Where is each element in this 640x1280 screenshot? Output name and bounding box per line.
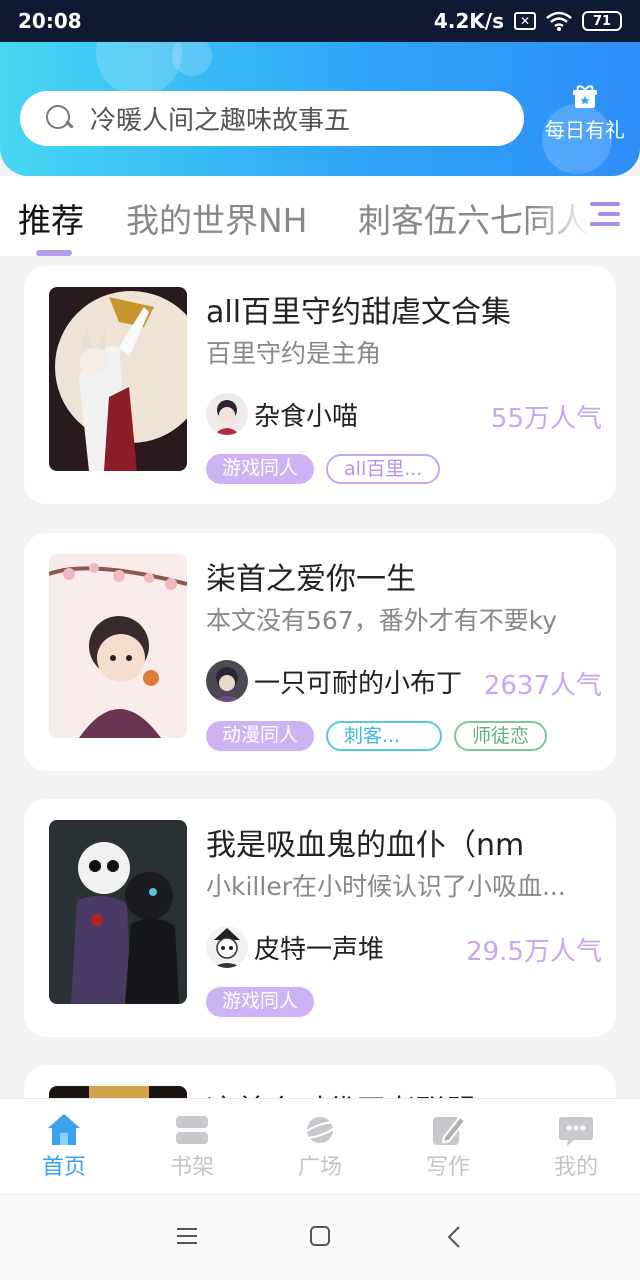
nav-square-label: 广场: [297, 1155, 342, 1180]
nav-home[interactable]: 首页: [0, 1099, 128, 1194]
gift-label: 每日有礼: [545, 118, 625, 142]
search-placeholder: 冷暖人间之趣味故事五: [90, 106, 351, 136]
header: 冷暖人间之趣味故事五 每日有礼: [0, 42, 640, 176]
tag[interactable]: all百里...: [326, 454, 441, 484]
tag-list: 动漫同人 刺客... 师徒恋: [206, 721, 548, 751]
nav-bookshelf[interactable]: 书架: [128, 1099, 256, 1194]
nav-square[interactable]: 广场: [256, 1099, 384, 1194]
tag[interactable]: 刺客...: [326, 721, 443, 751]
recent-apps-icon[interactable]: [176, 1225, 198, 1247]
author-name[interactable]: 杂食小喵: [254, 396, 358, 433]
book-description: 百里守约是主角: [206, 339, 382, 368]
daily-gift-button[interactable]: 每日有礼: [536, 84, 634, 143]
tabs-fade: [530, 176, 640, 256]
network-speed: 4.2K/s: [433, 9, 504, 33]
decor-bubble: [96, 42, 182, 96]
nav-home-label: 首页: [41, 1155, 86, 1180]
home-button-icon[interactable]: [309, 1225, 331, 1247]
decor-bubble: [172, 42, 212, 76]
popularity-count: 55万人气: [490, 404, 602, 434]
nav-bookshelf-label: 书架: [169, 1155, 214, 1180]
book-cover: [49, 820, 187, 1004]
system-nav-bar: [0, 1194, 640, 1280]
nav-write[interactable]: 写作: [384, 1099, 512, 1194]
search-icon: [46, 104, 74, 133]
category-tabs: 推荐 我的世界NH 刺客伍六七同人: [0, 176, 640, 256]
book-title: 我是吸血鬼的血仆（nm: [206, 828, 525, 859]
battery-indicator: 71: [582, 11, 622, 31]
book-title: all百里守约甜虐文合集: [206, 295, 512, 326]
wifi-icon: [546, 11, 572, 31]
book-card[interactable]: 柒首之爱你一生 本文没有567，番外才有不要ky 一只可耐的小布丁 2637人气…: [24, 533, 616, 771]
author-avatar[interactable]: [206, 660, 248, 702]
planet-icon: [302, 1117, 338, 1143]
tag-list: 游戏同人: [206, 987, 315, 1017]
chat-bubble-icon: [559, 1117, 593, 1146]
book-card[interactable]: all百里守约甜虐文合集 百里守约是主角 杂食小喵 55万人气 游戏同人 all…: [24, 266, 616, 504]
book-cover: [49, 287, 187, 471]
tag-list: 游戏同人 all百里...: [206, 454, 441, 484]
home-icon: [48, 1114, 80, 1145]
book-description: 本文没有567，番外才有不要ky: [206, 606, 558, 635]
popularity-count: 2637人气: [483, 671, 602, 701]
sim-icon: ✕: [514, 12, 536, 30]
pen-icon: [433, 1115, 466, 1145]
author-row: 杂食小喵 55万人气: [206, 392, 602, 436]
tabs-menu-icon[interactable]: [590, 200, 620, 228]
author-avatar[interactable]: [206, 926, 248, 968]
bookshelf-icon: [176, 1116, 208, 1144]
nav-write-label: 写作: [425, 1155, 470, 1180]
tag[interactable]: 动漫同人: [206, 721, 315, 751]
back-icon[interactable]: [446, 1225, 462, 1249]
tab-recommend[interactable]: 推荐: [18, 194, 84, 242]
nav-profile-label: 我的: [553, 1155, 598, 1180]
tag[interactable]: 游戏同人: [206, 454, 315, 484]
tag[interactable]: 游戏同人: [206, 987, 315, 1017]
tag[interactable]: 师徒恋: [454, 721, 548, 751]
book-list: all百里守约甜虐文合集 百里守约是主角 杂食小喵 55万人气 游戏同人 all…: [0, 256, 640, 1100]
author-avatar[interactable]: [206, 393, 248, 435]
status-bar: 20:08 4.2K/s ✕ 71: [0, 0, 640, 42]
nav-profile[interactable]: 我的: [512, 1099, 640, 1194]
search-bar[interactable]: 冷暖人间之趣味故事五: [20, 91, 524, 146]
status-time: 20:08: [18, 9, 82, 33]
bottom-nav: 首页 书架 广场 写作 我的: [0, 1098, 640, 1194]
book-description: 小killer在小时候认识了小吸血...: [206, 872, 566, 901]
status-icons: 4.2K/s ✕ 71: [434, 9, 622, 33]
book-cover: [49, 554, 187, 738]
popularity-count: 29.5万人气: [466, 937, 602, 967]
author-row: 皮特一声堆 29.5万人气: [206, 925, 602, 969]
author-name[interactable]: 一只可耐的小布丁: [254, 663, 462, 700]
gift-icon: [573, 85, 597, 108]
book-card[interactable]: 这首个时代王者联盟: [24, 1065, 616, 1100]
book-title: 柒首之爱你一生: [206, 562, 416, 593]
tab-minecraft[interactable]: 我的世界NH: [126, 194, 308, 242]
author-row: 一只可耐的小布丁 2637人气: [206, 659, 602, 703]
book-card[interactable]: 我是吸血鬼的血仆（nm 小killer在小时候认识了小吸血... 皮特一声堆 2…: [24, 799, 616, 1037]
author-name[interactable]: 皮特一声堆: [254, 929, 384, 966]
